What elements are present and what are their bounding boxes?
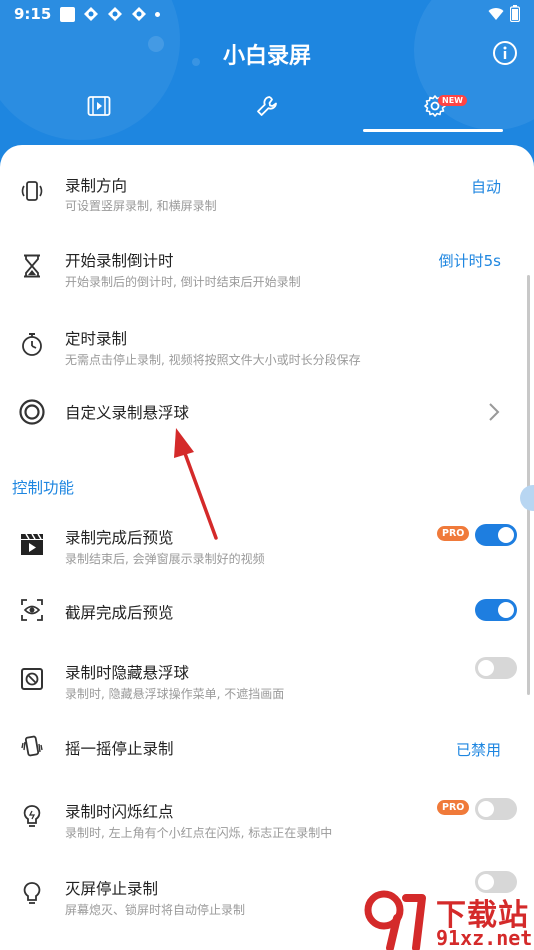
setting-subtitle: 无需点击停止录制, 视频将按照文件大小或时长分段保存: [65, 353, 361, 367]
setting-subtitle: 录制时, 左上角有个小红点在闪烁, 标志正在录制中: [65, 826, 333, 840]
setting-title: 开始录制倒计时: [65, 252, 174, 270]
hourglass-icon: [18, 252, 46, 280]
battery-icon: [510, 5, 520, 22]
bulb-outline-icon: [18, 880, 46, 908]
app-header: 9:15 小白录屏 NEW: [0, 0, 534, 145]
setting-subtitle: 开始录制后的倒计时, 倒计时结束后开始录制: [65, 275, 301, 289]
shake-phone-icon: [18, 733, 46, 761]
preview-after-screenshot-toggle[interactable]: [475, 599, 517, 621]
info-button[interactable]: [492, 40, 518, 66]
hide-ball-icon: [18, 665, 46, 693]
settings-panel: 录制方向 可设置竖屏录制, 和横屏录制 自动 开始录制倒计时 开始录制后的倒计时…: [0, 145, 534, 950]
setting-title: 录制时隐藏悬浮球: [65, 664, 190, 682]
notification-icons: [60, 6, 160, 22]
setting-title: 录制完成后预览: [65, 529, 174, 547]
setting-title: 定时录制: [65, 330, 128, 348]
setting-value[interactable]: 已禁用: [456, 739, 501, 760]
clapperboard-icon: [18, 530, 46, 558]
bulb-icon: [18, 803, 46, 831]
screenshot-eye-icon: [18, 596, 46, 624]
setting-record-orientation[interactable]: 录制方向 可设置竖屏录制, 和横屏录制 自动: [0, 145, 534, 221]
setting-shake-to-stop[interactable]: 摇一摇停止录制 已禁用: [0, 722, 534, 774]
notification-app-icon: [84, 7, 98, 21]
setting-subtitle: 屏幕熄灭、锁屏时将自动停止录制: [65, 903, 246, 917]
status-bar: 9:15: [0, 0, 534, 28]
setting-subtitle: 录制结束后, 会弹窗展示录制好的视频: [65, 552, 265, 566]
setting-title: 自定义录制悬浮球: [65, 404, 190, 422]
system-icons: [488, 5, 520, 22]
tab-tools[interactable]: [178, 86, 356, 126]
chevron-right-icon: [489, 403, 500, 421]
section-control-features: 控制功能: [12, 479, 75, 497]
blinking-red-dot-toggle[interactable]: [475, 798, 517, 820]
setting-custom-floating-ball[interactable]: 自定义录制悬浮球: [0, 385, 534, 441]
watermark: 下载站 91xz.net: [362, 888, 534, 950]
notification-app-icon: [108, 7, 122, 21]
phone-rotate-icon: [18, 177, 46, 205]
setting-title: 摇一摇停止录制: [65, 740, 174, 758]
setting-blinking-red-dot[interactable]: 录制时闪烁红点 录制时, 左上角有个小红点在闪烁, 标志正在录制中 PRO: [0, 785, 534, 849]
setting-hide-floating-ball[interactable]: 录制时隐藏悬浮球 录制时, 隐藏悬浮球操作菜单, 不遮挡画面: [0, 645, 534, 709]
tab-settings[interactable]: [346, 86, 524, 126]
new-badge: NEW: [438, 95, 467, 106]
notification-square-icon: [60, 6, 75, 22]
notification-app-icon: [132, 7, 146, 21]
tab-videos[interactable]: [10, 86, 188, 126]
hide-floating-ball-toggle[interactable]: [475, 657, 517, 679]
floating-ball-icon: [18, 398, 46, 426]
setting-countdown[interactable]: 开始录制倒计时 开始录制后的倒计时, 倒计时结束后开始录制 倒计时5s: [0, 230, 534, 306]
setting-timed-record[interactable]: 定时录制 无需点击停止录制, 视频将按照文件大小或时长分段保存: [0, 308, 534, 384]
preview-after-record-toggle[interactable]: [475, 524, 517, 546]
app-title: 小白录屏: [222, 44, 311, 69]
floating-ball-handle[interactable]: [520, 485, 534, 511]
setting-preview-after-record[interactable]: 录制完成后预览 录制结束后, 会弹窗展示录制好的视频 PRO: [0, 510, 534, 574]
more-notifications-icon: [155, 11, 160, 17]
tab-indicator: [363, 129, 503, 132]
wrench-icon: [257, 96, 277, 116]
setting-value[interactable]: 倒计时5s: [439, 250, 501, 271]
setting-title: 截屏完成后预览: [65, 604, 174, 622]
stopwatch-icon: [18, 330, 46, 358]
pro-badge: PRO: [437, 526, 470, 541]
setting-title: 录制方向: [65, 177, 128, 195]
watermark-domain: 91xz.net: [436, 926, 533, 950]
setting-subtitle: 可设置竖屏录制, 和横屏录制: [65, 199, 217, 213]
wifi-icon: [488, 7, 504, 20]
setting-title: 灭屏停止录制: [65, 880, 159, 898]
pro-badge: PRO: [437, 800, 470, 815]
setting-title: 录制时闪烁红点: [65, 803, 174, 821]
setting-subtitle: 录制时, 隐藏悬浮球操作菜单, 不遮挡画面: [65, 687, 285, 701]
status-time: 9:15: [14, 5, 52, 23]
info-icon: [493, 41, 517, 65]
watermark-logo: [364, 890, 426, 950]
setting-preview-after-screenshot[interactable]: 截屏完成后预览: [0, 580, 534, 640]
setting-value[interactable]: 自动: [471, 176, 501, 197]
video-icon: [87, 96, 111, 116]
